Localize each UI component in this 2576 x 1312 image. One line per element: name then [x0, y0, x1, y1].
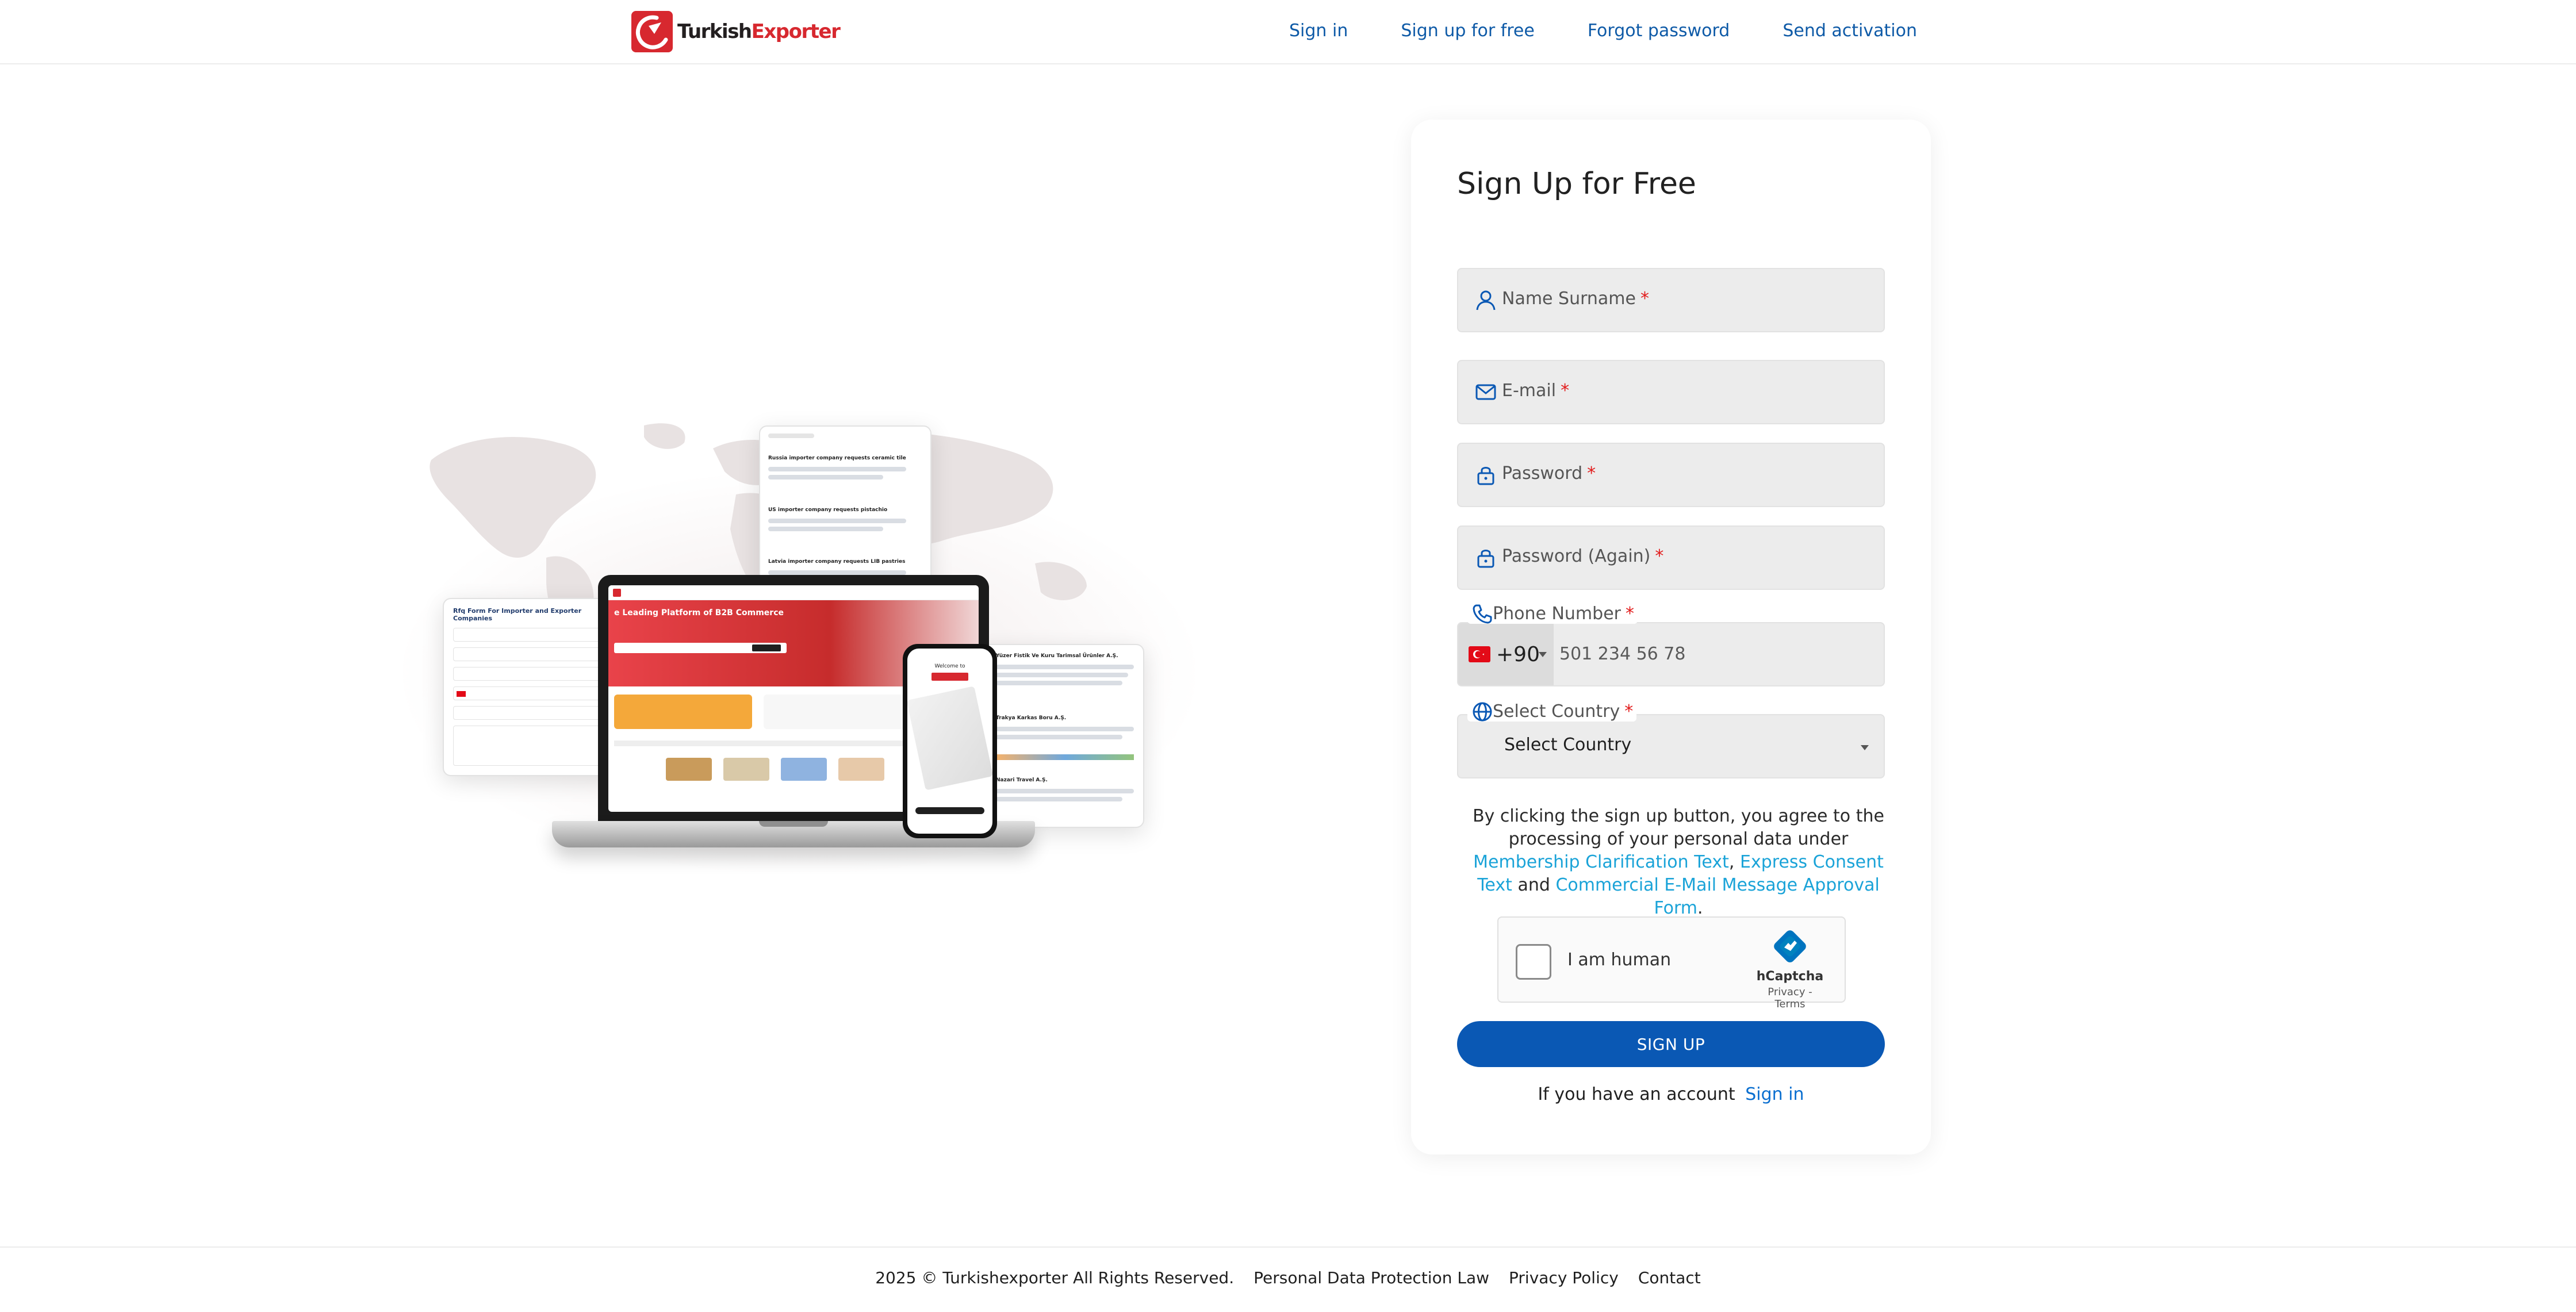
- country-code: +90: [1496, 643, 1540, 666]
- chevron-down-icon: [1539, 652, 1547, 657]
- phone-device: Welcome to: [903, 644, 997, 838]
- hcaptcha-brand: hCaptcha Privacy - Terms: [1753, 928, 1827, 1010]
- form-title: Sign Up for Free: [1457, 167, 1696, 201]
- consent-separator: ,: [1728, 852, 1735, 872]
- email-placeholder: E-mail *: [1502, 381, 1570, 401]
- globe-icon: [1473, 702, 1492, 722]
- footer-kvkk-link[interactable]: Personal Data Protection Law: [1254, 1268, 1489, 1287]
- phone-placeholder: 501 234 56 78: [1559, 644, 1686, 664]
- nav-sign-up-free[interactable]: Sign up for free: [1401, 21, 1535, 41]
- footer-copyright: 2025 © Turkishexporter All Rights Reserv…: [875, 1268, 1235, 1287]
- country-code-selector[interactable]: +90: [1458, 623, 1554, 685]
- name-surname-placeholder: Name Surname *: [1502, 289, 1649, 309]
- name-surname-field[interactable]: Name Surname *: [1457, 268, 1885, 332]
- captcha-checkbox[interactable]: [1516, 944, 1551, 980]
- required-mark: *: [1655, 546, 1664, 566]
- laptop-notch: [759, 821, 828, 827]
- commercial-email-approval-link[interactable]: Commercial E-Mail Message Approval Form: [1555, 875, 1879, 918]
- company-title-2: Trakya Karkas Boru A.Ş.: [996, 715, 1067, 721]
- consent-and: and: [1517, 875, 1550, 895]
- hcaptcha-name: hCaptcha: [1756, 969, 1824, 984]
- chevron-down-icon: [1861, 745, 1869, 750]
- password-field[interactable]: Password *: [1457, 443, 1885, 507]
- country-select[interactable]: Select Country: [1457, 714, 1885, 778]
- required-mark: *: [1587, 463, 1596, 484]
- rfq-form-title: Rfq Form For Importer and Exporter Compa…: [453, 607, 582, 622]
- footer-links: 2025 © Turkishexporter All Rights Reserv…: [0, 1268, 2576, 1287]
- turkishexporter-logo[interactable]: TurkishExporter: [631, 10, 841, 53]
- phone-screen: Welcome to: [907, 649, 992, 834]
- hcaptcha-widget: I am human hCaptcha Privacy - Terms: [1497, 916, 1846, 1010]
- top-nav: Sign in Sign up for free Forgot password…: [1289, 21, 1917, 41]
- rfq-form-card: Rfq Form For Importer and Exporter Compa…: [443, 598, 615, 776]
- lock-icon: [1477, 550, 1494, 568]
- consent-text: By clicking the sign up button, you agre…: [1463, 805, 1894, 920]
- captcha-label: I am human: [1567, 950, 1672, 970]
- user-icon: [1476, 290, 1496, 310]
- hero-illustration: Rfq Form For Importer and Exporter Compa…: [356, 402, 1242, 943]
- nav-send-activation[interactable]: Send activation: [1782, 21, 1917, 41]
- requests-card: Russia importer company requests ceramic…: [759, 425, 931, 598]
- logo-text: TurkishExporter: [677, 20, 841, 43]
- required-mark: *: [1625, 604, 1634, 624]
- membership-clarification-link[interactable]: Membership Clarification Text: [1473, 852, 1729, 872]
- company-title-1: Yüzer Fistik Ve Kuru Tarimsal Ürünler A.…: [996, 653, 1118, 659]
- required-mark: *: [1624, 701, 1634, 722]
- password-again-placeholder: Password (Again) *: [1502, 546, 1664, 566]
- mail-icon: [1475, 384, 1496, 400]
- sign-up-button[interactable]: SIGN UP: [1457, 1021, 1885, 1067]
- hcaptcha-links[interactable]: Privacy - Terms: [1753, 986, 1827, 1010]
- nav-forgot-password[interactable]: Forgot password: [1588, 21, 1730, 41]
- hcaptcha-logo-icon: [1774, 930, 1806, 962]
- request-title-3: Latvia importer company requests LIB pas…: [768, 559, 906, 565]
- consent-prefix: By clicking the sign up button, you agre…: [1473, 806, 1884, 849]
- country-select-value: Select Country: [1504, 735, 1632, 755]
- phone-icon: [1473, 604, 1492, 624]
- phone-welcome-text: Welcome to: [934, 663, 965, 669]
- have-account-text: If you have an account: [1538, 1084, 1735, 1104]
- nav-sign-in[interactable]: Sign in: [1289, 21, 1348, 41]
- top-header: TurkishExporter Sign in Sign up for free…: [0, 0, 2576, 64]
- request-title-1: Russia importer company requests ceramic…: [768, 455, 906, 461]
- country-label: Select Country *: [1467, 701, 1637, 722]
- phone-number-label: Phone Number *: [1467, 604, 1638, 624]
- footer-contact-link[interactable]: Contact: [1638, 1268, 1701, 1287]
- password-again-field[interactable]: Password (Again) *: [1457, 525, 1885, 590]
- password-placeholder: Password *: [1502, 463, 1596, 484]
- logo-mark-icon: [631, 11, 673, 52]
- footer: 2025 © Turkishexporter All Rights Reserv…: [0, 1246, 2576, 1312]
- companies-card: Yüzer Fistik Ve Kuru Tarimsal Ürünler A.…: [977, 644, 1144, 828]
- footer-privacy-link[interactable]: Privacy Policy: [1509, 1268, 1619, 1287]
- required-mark: *: [1640, 289, 1649, 309]
- required-mark: *: [1561, 381, 1570, 401]
- lock-icon: [1477, 467, 1494, 485]
- phone-number-field[interactable]: +90 501 234 56 78: [1457, 622, 1885, 686]
- sign-in-prompt: If you have an account Sign in: [1411, 1084, 1931, 1104]
- turkey-flag-icon: [1469, 646, 1490, 662]
- request-title-2: US importer company requests pistachio: [768, 507, 888, 513]
- company-title-3: Nazari Travel A.Ş.: [996, 777, 1048, 783]
- laptop-headline: e Leading Platform of B2B Commerce: [614, 608, 784, 617]
- consent-end: .: [1697, 898, 1703, 918]
- signup-card: Sign Up for Free Name Surname * E-mail * P…: [1411, 120, 1931, 1154]
- sign-in-link[interactable]: Sign in: [1745, 1084, 1804, 1104]
- email-field[interactable]: E-mail *: [1457, 360, 1885, 424]
